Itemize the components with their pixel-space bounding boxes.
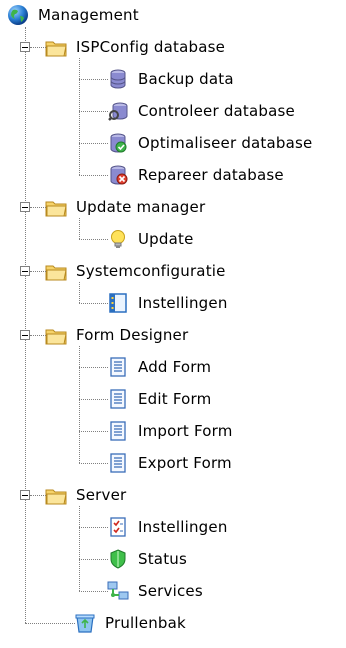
tree-item-4-1[interactable]: Status: [106, 544, 187, 574]
tree-item-3-0[interactable]: Add Form: [106, 352, 211, 382]
form-icon: [106, 419, 130, 443]
tree-connector: [79, 527, 108, 528]
tree-root-management[interactable]: Management: [6, 0, 139, 30]
tree-group-4[interactable]: Server: [44, 480, 126, 510]
tree-connector: [79, 303, 108, 304]
tree-connector: [30, 271, 46, 272]
tree-connector: [79, 591, 108, 592]
tree-item-0-3-label: Repareer database: [138, 166, 284, 184]
folder-icon: [44, 195, 68, 219]
tree-connector: [79, 559, 108, 560]
folder-icon: [44, 259, 68, 283]
tree-group-2[interactable]: Systemconfiguratie: [44, 256, 226, 286]
folder-icon: [44, 483, 68, 507]
recycle-bin-icon: [73, 611, 97, 635]
tree-connector: [30, 207, 46, 208]
tree-connector: [79, 239, 108, 240]
tree-item-0-0[interactable]: Backup data: [106, 64, 234, 94]
tree-item-4-2[interactable]: Services: [106, 576, 203, 606]
tree-connector: [79, 463, 108, 464]
settings-panel-icon: [106, 291, 130, 315]
tree-item-0-2[interactable]: Optimaliseer database: [106, 128, 312, 158]
tree-connector: [79, 282, 80, 303]
tree-item-0-0-label: Backup data: [138, 70, 234, 88]
folder-icon: [44, 323, 68, 347]
lightbulb-icon: [106, 227, 130, 251]
database-check-icon: [106, 99, 130, 123]
tree-connector: [25, 27, 26, 623]
tree-item-0-3[interactable]: Repareer database: [106, 160, 284, 190]
tree-connector: [25, 623, 75, 624]
tree-item-2-0-label: Instellingen: [138, 294, 228, 312]
database-optimize-icon: [106, 131, 130, 155]
tree-item-4-2-label: Services: [138, 582, 203, 600]
collapse-toggle-icon[interactable]: [20, 266, 30, 276]
collapse-toggle-icon[interactable]: [20, 42, 30, 52]
tree-item-4-1-label: Status: [138, 550, 187, 568]
network-icon: [106, 579, 130, 603]
tree-root-management-label: Management: [38, 6, 139, 24]
database-repair-icon: [106, 163, 130, 187]
shield-icon: [106, 547, 130, 571]
folder-icon: [44, 35, 68, 59]
tree-connector: [79, 111, 108, 112]
tree-group-4-label: Server: [76, 486, 127, 504]
tree-item-prullenbak-label: Prullenbak: [105, 614, 186, 632]
tree-group-2-label: Systemconfiguratie: [76, 262, 226, 280]
management-tree: Management ISPConfig database Backup data C…: [0, 0, 346, 648]
tree-item-0-1[interactable]: Controleer database: [106, 96, 295, 126]
tree-group-0-label: ISPConfig database: [76, 38, 226, 56]
tree-item-3-0-label: Add Form: [138, 358, 212, 376]
form-icon: [106, 355, 130, 379]
form-icon: [106, 451, 130, 475]
tree-item-4-0[interactable]: Instellingen: [106, 512, 228, 542]
tree-connector: [79, 58, 80, 175]
collapse-toggle-icon[interactable]: [20, 330, 30, 340]
tree-connector: [79, 346, 80, 463]
tree-item-0-2-label: Optimaliseer database: [138, 134, 313, 152]
tree-item-3-1[interactable]: Edit Form: [106, 384, 211, 414]
tree-connector: [79, 367, 108, 368]
tree-connector: [79, 506, 80, 591]
tree-group-1-label: Update manager: [76, 198, 206, 216]
tree-item-1-0[interactable]: Update: [106, 224, 194, 254]
tree-connector: [79, 431, 108, 432]
tree-group-3-label: Form Designer: [76, 326, 189, 344]
collapse-toggle-icon[interactable]: [20, 202, 30, 212]
tree-item-2-0[interactable]: Instellingen: [106, 288, 228, 318]
tree-group-0[interactable]: ISPConfig database: [44, 32, 225, 62]
tree-connector: [79, 218, 80, 239]
tree-item-4-0-label: Instellingen: [138, 518, 228, 536]
tree-item-3-2[interactable]: Import Form: [106, 416, 233, 446]
tree-connector: [79, 143, 108, 144]
tree-connector: [79, 399, 108, 400]
tree-connector: [30, 47, 46, 48]
database-icon: [106, 67, 130, 91]
tree-group-3[interactable]: Form Designer: [44, 320, 188, 350]
tree-connector: [79, 79, 108, 80]
tree-item-3-1-label: Edit Form: [138, 390, 212, 408]
tree-connector: [30, 335, 46, 336]
tree-connector: [79, 175, 108, 176]
tree-item-1-0-label: Update: [138, 230, 194, 248]
form-icon: [106, 387, 130, 411]
tree-item-3-3-label: Export Form: [138, 454, 232, 472]
globe-icon: [6, 3, 30, 27]
tree-item-3-3[interactable]: Export Form: [106, 448, 232, 478]
checklist-icon: [106, 515, 130, 539]
tree-group-1[interactable]: Update manager: [44, 192, 205, 222]
tree-connector: [30, 495, 46, 496]
collapse-toggle-icon[interactable]: [20, 490, 30, 500]
tree-item-3-2-label: Import Form: [138, 422, 233, 440]
tree-item-0-1-label: Controleer database: [138, 102, 295, 120]
tree-item-prullenbak[interactable]: Prullenbak: [73, 608, 186, 638]
